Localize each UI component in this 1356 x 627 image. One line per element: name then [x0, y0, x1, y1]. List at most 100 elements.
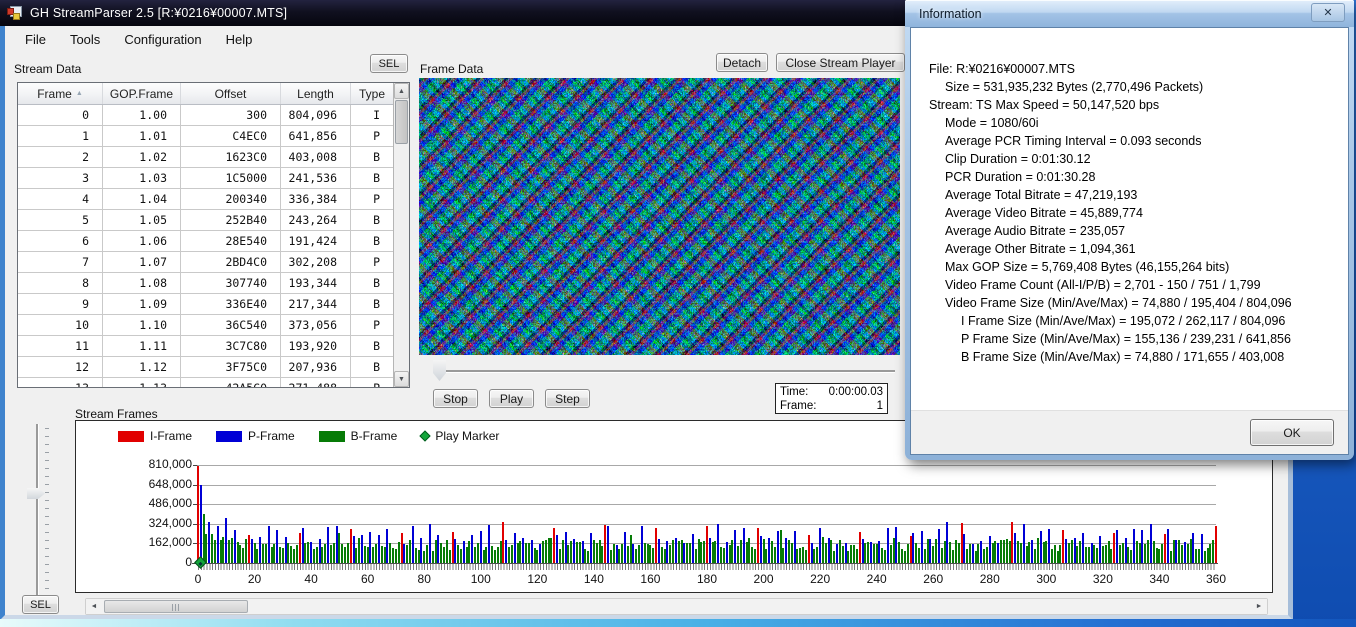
- play-button[interactable]: Play: [489, 389, 534, 408]
- frame-size-bar: [627, 546, 629, 563]
- frame-size-bar: [621, 544, 623, 563]
- table-row[interactable]: 111.113C7C80193,920B: [18, 336, 394, 357]
- frame-size-bar: [859, 532, 861, 563]
- frame-size-bar: [333, 543, 335, 563]
- frame-size-bar: [782, 548, 784, 563]
- info-line: P Frame Size (Min/Ave/Max) = 155,136 / 2…: [929, 330, 1348, 348]
- frame-size-bar: [1175, 540, 1177, 563]
- table-row[interactable]: 131.1342A5C0271,488P: [18, 378, 394, 388]
- menu-item-file[interactable]: File: [13, 28, 58, 51]
- column-header-type[interactable]: Type: [351, 83, 394, 104]
- frame-size-bar: [480, 531, 482, 563]
- table-cell: B: [351, 273, 394, 293]
- frame-size-bar: [839, 540, 841, 563]
- frame-size-bar: [519, 541, 521, 563]
- menu-item-help[interactable]: Help: [214, 28, 265, 51]
- frame-size-bar: [1045, 541, 1047, 563]
- column-header-frame[interactable]: Frame▲: [18, 83, 103, 104]
- frame-size-bar: [259, 537, 261, 563]
- frame-size-bar: [836, 544, 838, 563]
- table-row[interactable]: 11.01C4EC0641,856P: [18, 126, 394, 147]
- stop-button[interactable]: Stop: [433, 389, 478, 408]
- stream-frames-sel-button[interactable]: SEL: [22, 595, 59, 614]
- table-cell: 1.05: [103, 210, 181, 230]
- table-cell: 9: [18, 294, 103, 314]
- frame-size-bar: [1085, 547, 1087, 563]
- frame-size-bar: [777, 531, 779, 563]
- ok-button[interactable]: OK: [1250, 419, 1334, 446]
- table-cell: 193,920: [281, 336, 351, 356]
- column-header-gop-frame[interactable]: GOP.Frame: [103, 83, 181, 104]
- frame-size-bar: [491, 546, 493, 563]
- info-line: Size = 531,935,232 Bytes (2,770,496 Pack…: [929, 78, 1348, 96]
- stream-data-table[interactable]: Frame▲GOP.FrameOffsetLengthType 01.00300…: [17, 82, 410, 388]
- table-row[interactable]: 81.08307740193,344B: [18, 273, 394, 294]
- seek-slider-thumb[interactable]: [433, 360, 446, 381]
- table-row[interactable]: 41.04200340336,384P: [18, 189, 394, 210]
- zoom-slider-thumb[interactable]: [27, 488, 45, 499]
- table-row[interactable]: 61.0628E540191,424B: [18, 231, 394, 252]
- table-row[interactable]: 01.00300804,096I: [18, 105, 394, 126]
- x-axis-tick-label: 80: [407, 572, 441, 586]
- frame-size-bar: [842, 546, 844, 563]
- table-cell: 1.12: [103, 357, 181, 377]
- table-cell: 3C7C80: [181, 336, 281, 356]
- table-cell: P: [351, 252, 394, 272]
- dialog-title-bar: Information: [905, 0, 1354, 27]
- frame-size-bar: [751, 547, 753, 563]
- frame-size-bar: [746, 542, 748, 563]
- column-header-offset[interactable]: Offset: [181, 83, 281, 104]
- scrollbar-thumb[interactable]: [395, 100, 408, 144]
- table-row[interactable]: 21.021623C0403,008B: [18, 147, 394, 168]
- step-button[interactable]: Step: [545, 389, 590, 408]
- table-row[interactable]: 101.1036C540373,056P: [18, 315, 394, 336]
- table-row[interactable]: 71.072BD4C0302,208P: [18, 252, 394, 273]
- table-cell: 1.04: [103, 189, 181, 209]
- table-cell: I: [351, 105, 394, 125]
- table-row[interactable]: 91.09336E40217,344B: [18, 294, 394, 315]
- frame-size-bar: [1099, 536, 1101, 563]
- scroll-left-icon[interactable]: ◄: [86, 599, 102, 614]
- column-header-length[interactable]: Length: [281, 83, 351, 104]
- seek-slider-track[interactable]: [443, 370, 895, 372]
- y-axis-tick-label: 162,000: [122, 536, 192, 549]
- scroll-down-icon[interactable]: ▼: [394, 371, 409, 387]
- scroll-right-icon[interactable]: ►: [1251, 599, 1267, 614]
- table-cell: 8: [18, 273, 103, 293]
- detach-button[interactable]: Detach: [716, 53, 768, 72]
- stream-data-sel-button[interactable]: SEL: [370, 54, 408, 73]
- table-row[interactable]: 121.123F75C0207,936B: [18, 357, 394, 378]
- menu-item-configuration[interactable]: Configuration: [112, 28, 213, 51]
- x-axis-tick-label: 300: [1029, 572, 1063, 586]
- table-vertical-scrollbar[interactable]: ▲ ▼: [393, 83, 409, 387]
- frame-size-bar: [927, 539, 929, 563]
- frame-size-bar: [1000, 540, 1002, 563]
- table-cell: B: [351, 147, 394, 167]
- zoom-slider-vertical[interactable]: [23, 424, 53, 596]
- frame-size-bar: [616, 545, 618, 563]
- table-row[interactable]: 31.031C5000241,536B: [18, 168, 394, 189]
- frame-size-bar: [743, 528, 745, 563]
- close-icon[interactable]: ✕: [1311, 3, 1345, 22]
- sort-ascending-icon: ▲: [76, 90, 83, 97]
- frame-size-bar: [918, 548, 920, 563]
- y-axis-tick-label: 810,000: [122, 458, 192, 471]
- frame-size-bar: [878, 541, 880, 563]
- frame-size-bar: [449, 550, 451, 563]
- scrollbar-thumb[interactable]: [104, 600, 248, 613]
- frame-size-bar: [285, 537, 287, 563]
- chart-horizontal-scrollbar[interactable]: ◄ ►: [85, 598, 1268, 615]
- scroll-up-icon[interactable]: ▲: [394, 83, 409, 99]
- frame-size-bar: [1195, 549, 1197, 563]
- dialog-body: File: R:¥0216¥00007.MTSSize = 531,935,23…: [910, 27, 1349, 455]
- table-cell: 11: [18, 336, 103, 356]
- frame-size-bar: [737, 546, 739, 563]
- table-cell: 252B40: [181, 210, 281, 230]
- frame-size-bar: [423, 551, 425, 563]
- frame-size-bar: [610, 550, 612, 563]
- table-row[interactable]: 51.05252B40243,264B: [18, 210, 394, 231]
- frame-size-bar: [599, 540, 601, 563]
- close-stream-player-button[interactable]: Close Stream Player: [776, 53, 905, 72]
- menu-item-tools[interactable]: Tools: [58, 28, 112, 51]
- frame-size-bar: [941, 548, 943, 563]
